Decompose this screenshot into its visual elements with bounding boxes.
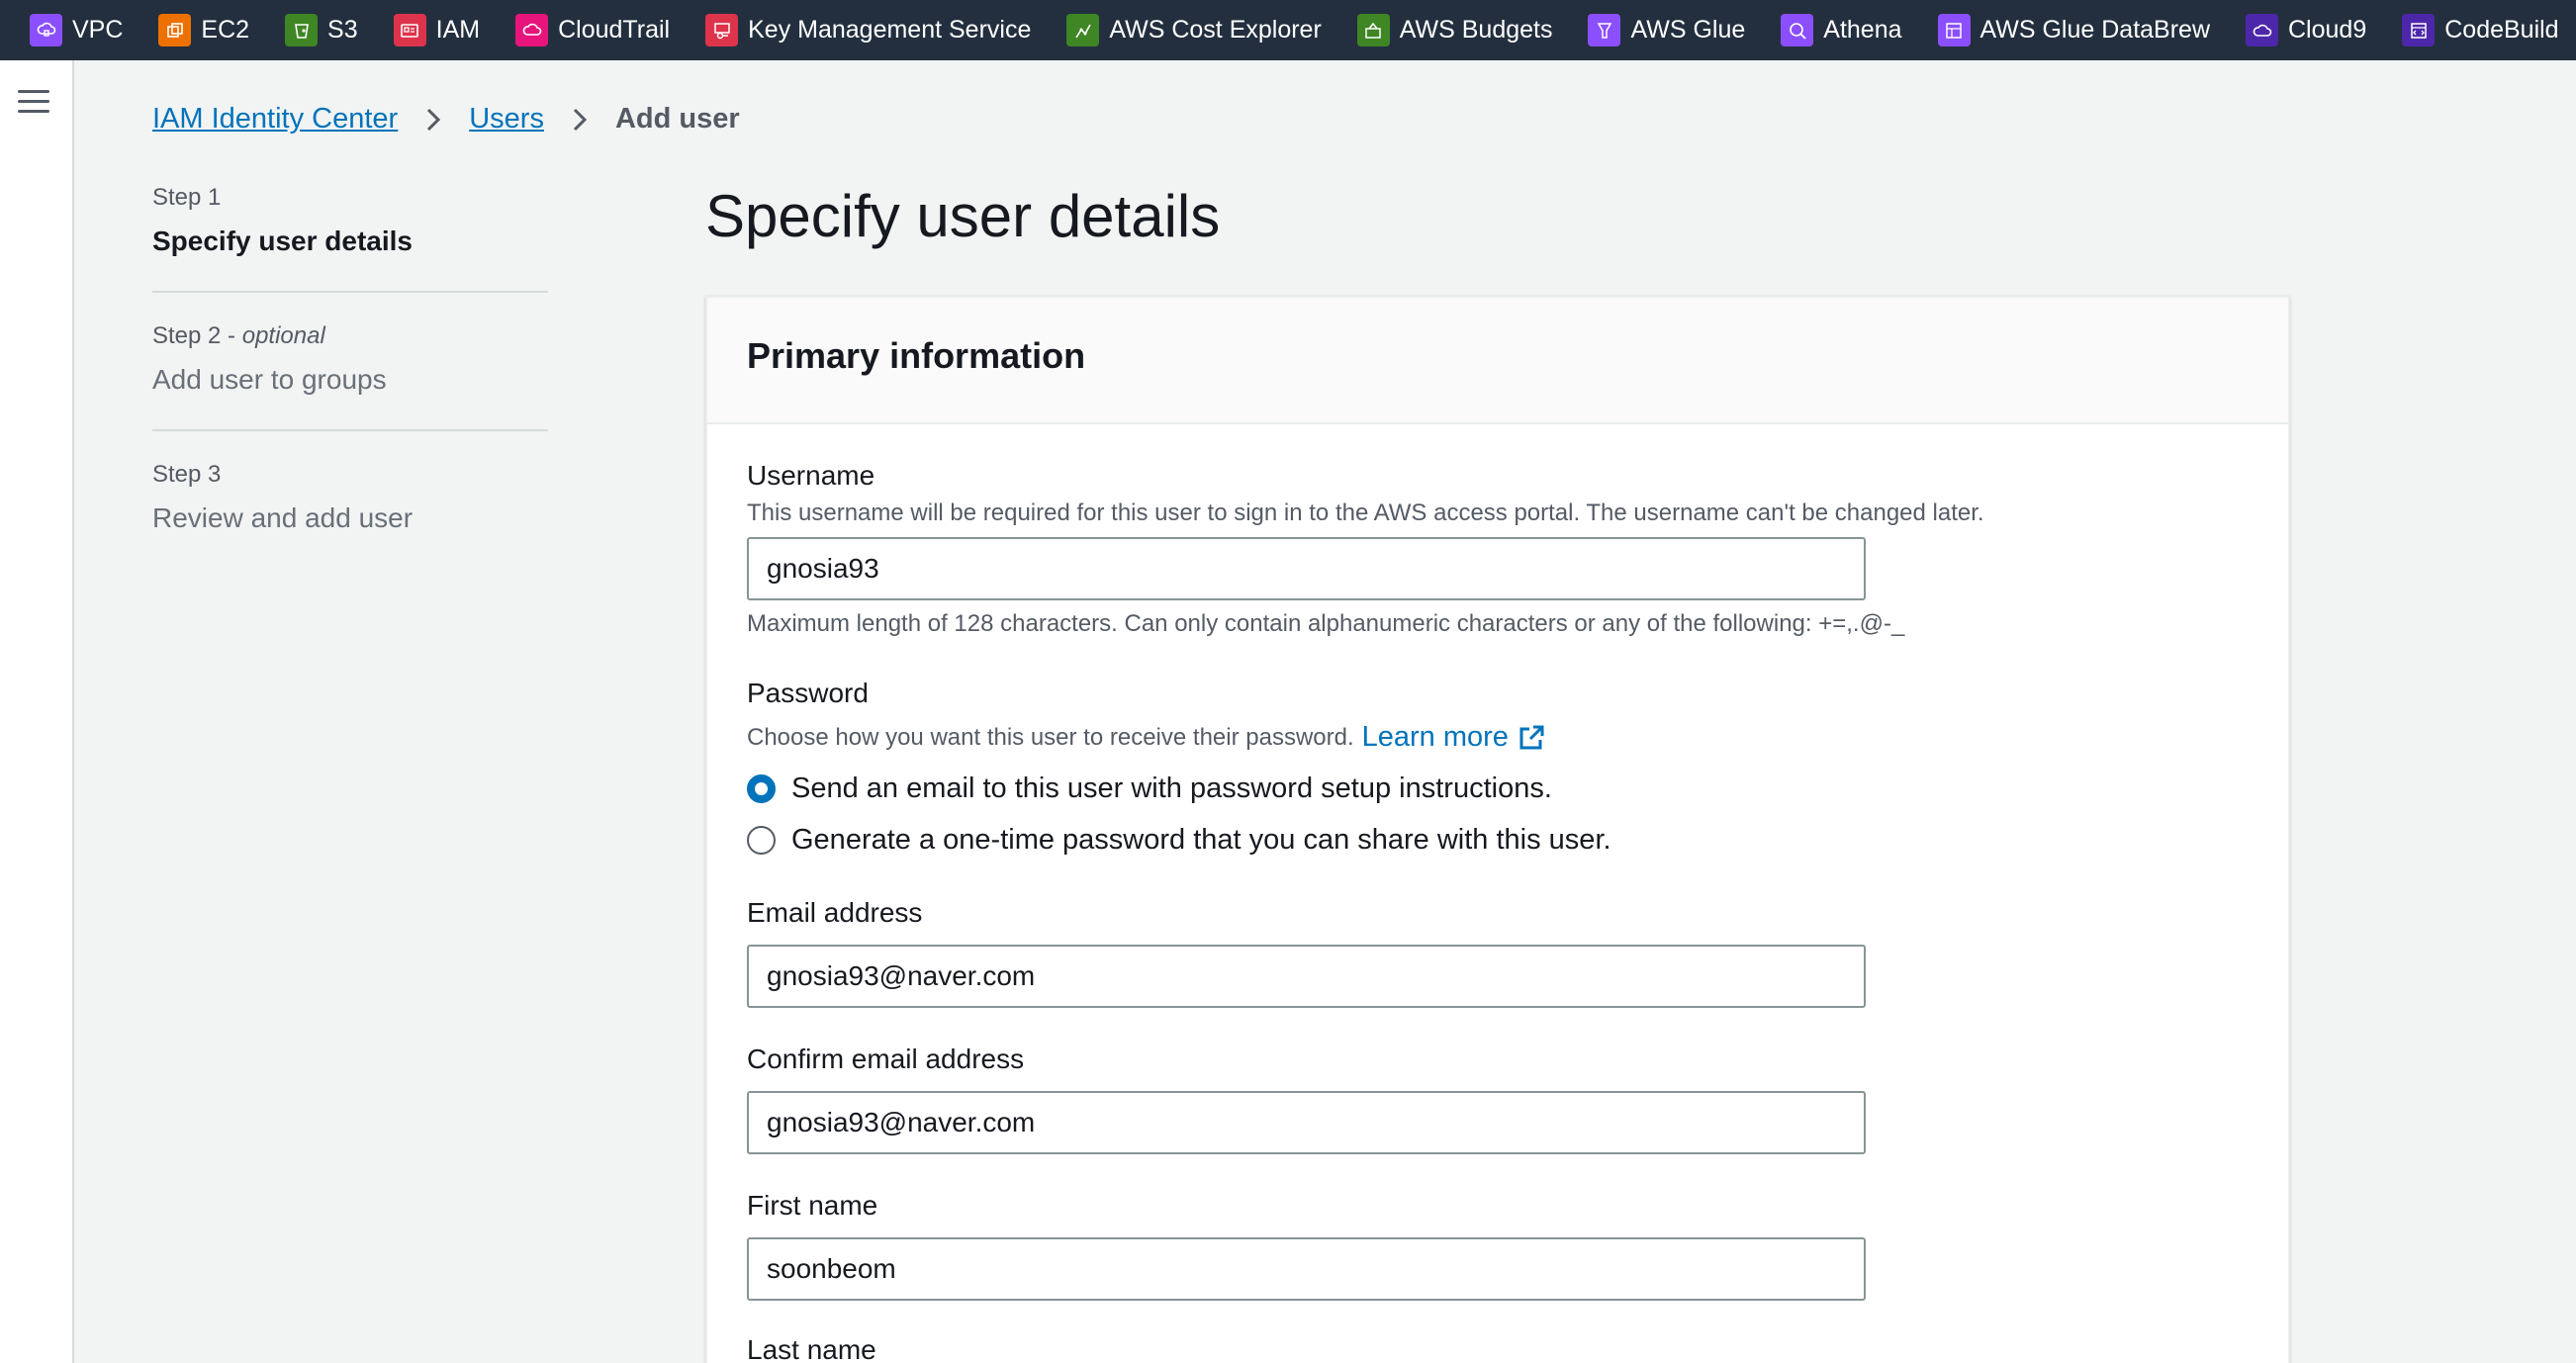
favorite-label: Cloud9 [2288,16,2367,44]
email-label: Email address [747,897,923,928]
username-description: This username will be required for this … [747,500,1984,526]
step-3[interactable]: Step 3 Review and add user [152,461,548,568]
step-number: Step 3 [152,461,222,488]
panel-header: Primary information [707,298,2288,424]
favorite-label: Athena [1823,16,1902,44]
wizard-steps: Step 1 Specify user details Step 2 - opt… [152,184,548,597]
step-2[interactable]: Step 2 - optional Add user to groups [152,322,548,431]
chevron-right-icon [412,105,455,135]
password-option-email[interactable]: Send an email to this user with password… [747,772,1552,805]
learn-more-label: Learn more [1361,721,1509,753]
confirm-email-input[interactable] [747,1091,1866,1154]
favorite-label: AWS Budgets [1399,16,1553,44]
step-number: Step 1 [152,184,222,211]
favorite-label: Key Management Service [748,16,1032,44]
page-title: Specify user details [705,183,1221,249]
favorite-label: IAM [435,16,481,44]
radio-button-selected[interactable] [747,774,776,803]
email-input[interactable] [747,945,1866,1008]
username-label: Username [747,460,875,491]
ec2-icon [158,14,192,46]
confirm-email-label: Confirm email address [747,1044,1025,1074]
iam-icon [393,14,426,46]
favorite-athena[interactable]: Athena [1781,0,1902,60]
favorite-cloudtrail[interactable]: CloudTrail [515,0,670,60]
favorite-label: AWS Cost Explorer [1109,16,1322,44]
primary-information-panel: Primary information Username This userna… [705,296,2290,1363]
panel-title: Primary information [747,335,1086,376]
favorite-s3[interactable]: S3 [285,0,358,60]
athena-icon [1781,14,1814,46]
step-number: Step 2 - optional [152,322,325,349]
favorite-databrew[interactable]: AWS Glue DataBrew [1937,0,2210,60]
external-link-icon [1519,725,1544,749]
last-name-label: Last name [747,1334,876,1363]
cost-explorer-icon [1066,14,1100,46]
step-optional-tag: optional [241,322,325,349]
codebuild-icon [2402,14,2436,46]
step-title: Specify user details [152,226,414,256]
favorite-budgets[interactable]: AWS Budgets [1356,0,1553,60]
vpc-icon [30,14,62,46]
kms-icon [705,14,739,46]
username-input[interactable] [747,537,1866,600]
password-description-row: Choose how you want this user to receive… [747,721,1546,754]
favorite-glue[interactable]: AWS Glue [1588,0,1745,60]
first-name-input[interactable] [747,1237,1866,1301]
favorite-label: AWS Glue DataBrew [1979,16,2210,44]
menu-icon[interactable] [18,88,49,116]
step-title: Add user to groups [152,364,387,395]
favorite-cost-explorer[interactable]: AWS Cost Explorer [1066,0,1322,60]
favorites-bar: VPC EC2 S3 IAM CloudTrail Key Management… [0,0,2576,60]
step-title: Review and add user [152,502,414,533]
first-name-label: First name [747,1190,878,1221]
side-navigation-rail [0,60,74,1363]
s3-icon [285,14,319,46]
favorite-label: VPC [72,16,124,44]
breadcrumb-users[interactable]: Users [469,103,544,136]
favorite-iam[interactable]: IAM [393,0,481,60]
glue-icon [1588,14,1621,46]
favorite-cloud9[interactable]: Cloud9 [2246,0,2366,60]
step-1: Step 1 Specify user details [152,184,548,293]
favorite-label: CloudTrail [558,16,671,44]
favorite-kms[interactable]: Key Management Service [705,0,1031,60]
budgets-icon [1356,14,1390,46]
cloud9-icon [2246,14,2278,46]
breadcrumb-current: Add user [614,103,740,135]
radio-button[interactable] [747,826,776,855]
password-option-one-time[interactable]: Generate a one-time password that you ca… [747,824,1611,857]
radio-label: Generate a one-time password that you ca… [791,824,1611,856]
learn-more-link[interactable]: Learn more [1362,721,1546,754]
radio-label: Send an email to this user with password… [791,772,1552,804]
favorite-ec2[interactable]: EC2 [158,0,249,60]
favorite-label: CodeBuild [2444,16,2559,44]
password-description: Choose how you want this user to receive… [747,723,1354,751]
favorite-label: AWS Glue [1630,16,1746,44]
breadcrumb: IAM Identity Center Users Add user [152,103,740,136]
password-label: Password [747,678,869,708]
favorite-label: EC2 [201,16,250,44]
breadcrumb-iam-identity-center[interactable]: IAM Identity Center [152,103,398,136]
databrew-icon [1937,14,1971,46]
chevron-right-icon [558,105,601,135]
username-constraint: Maximum length of 128 characters. Can on… [747,610,1905,637]
favorite-codebuild[interactable]: CodeBuild [2402,0,2559,60]
favorite-vpc[interactable]: VPC [30,0,123,60]
cloudtrail-icon [515,14,549,46]
favorite-label: S3 [327,16,358,44]
